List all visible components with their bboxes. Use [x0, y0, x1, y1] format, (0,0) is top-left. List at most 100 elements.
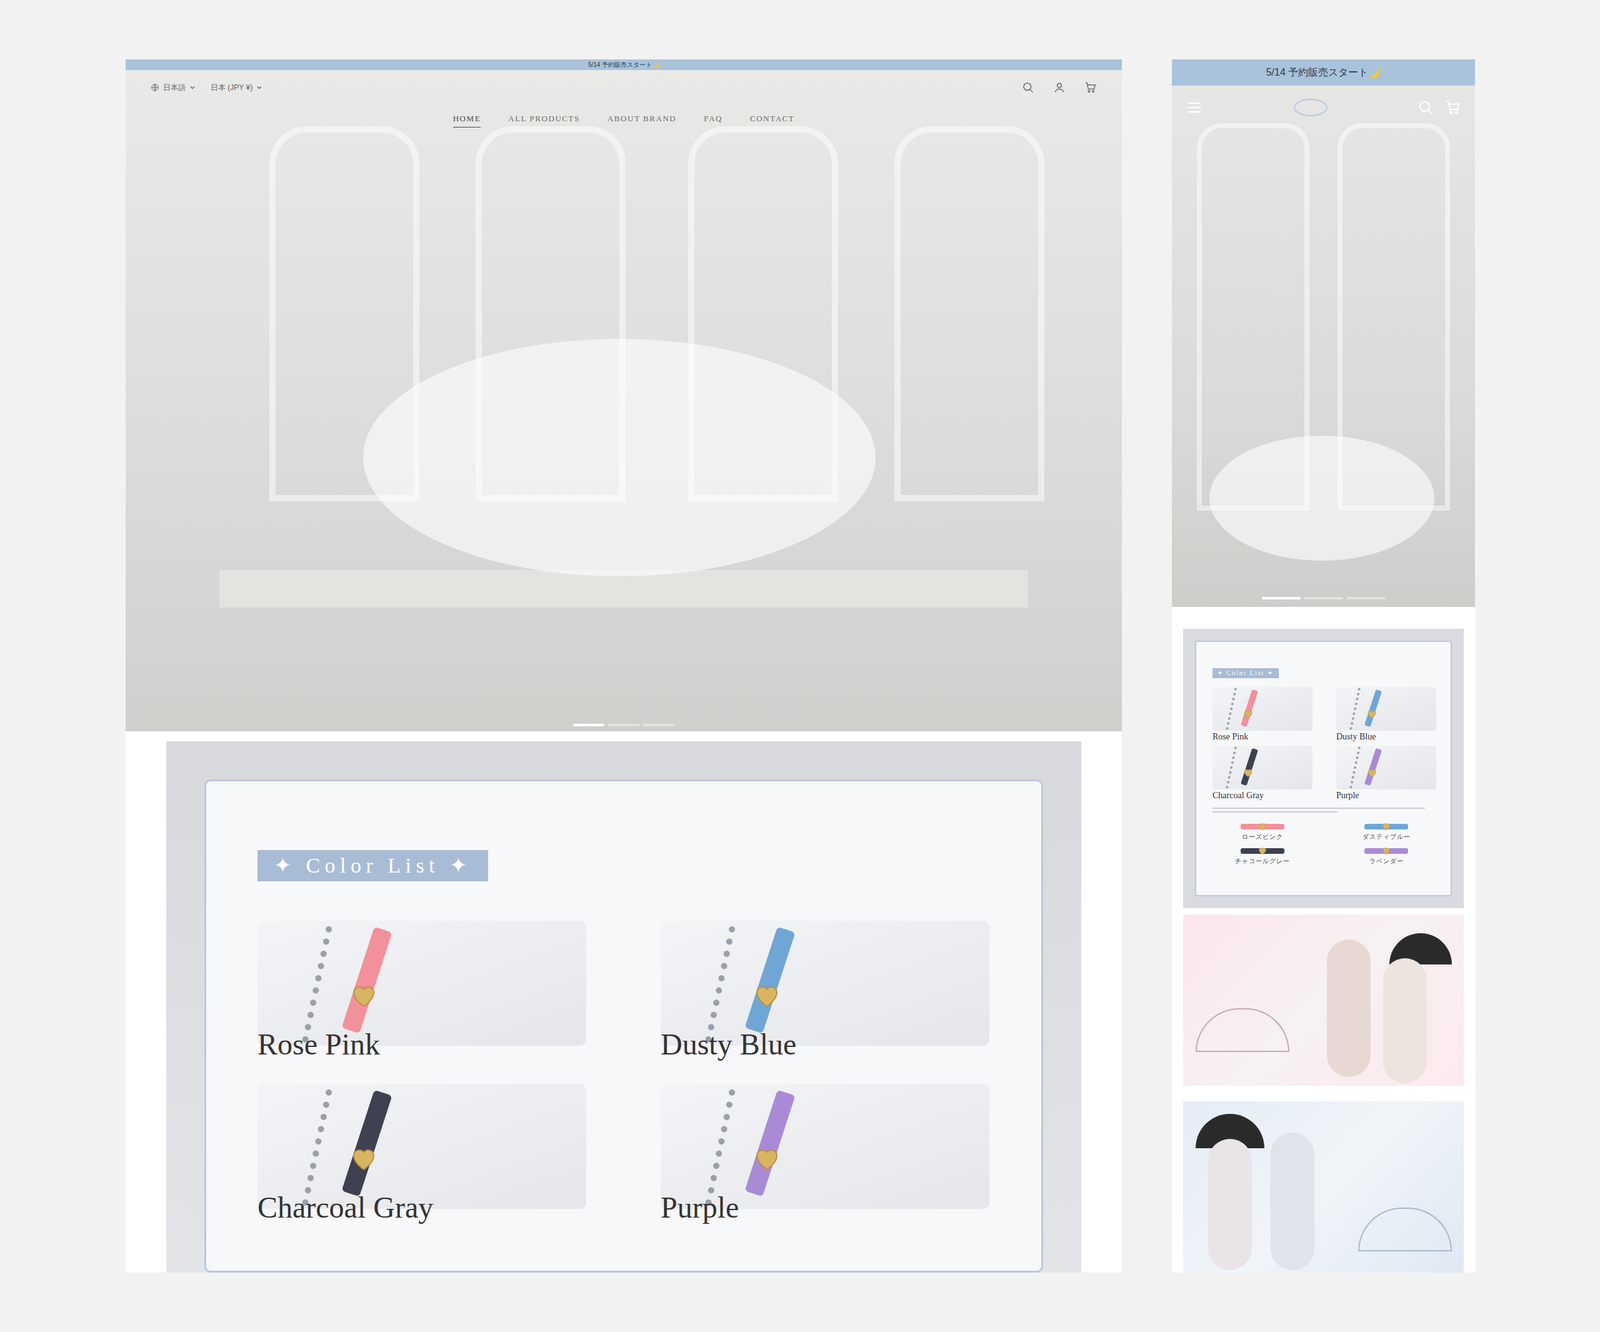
hero-banner: 日本語 日本 (JPY ¥) HOME ALL PRODUCTS ABOUT BRAND…	[125, 70, 1122, 732]
color-list-title: ✦ Color List ✦	[257, 850, 489, 882]
hero-banner	[1171, 85, 1475, 607]
slide-indicators	[1171, 596, 1475, 600]
chevron-down-icon	[256, 84, 263, 91]
dusty-blue-banner	[1183, 1101, 1464, 1273]
header	[1185, 96, 1462, 119]
strap	[744, 926, 795, 1034]
strap	[341, 926, 392, 1034]
strap	[1364, 848, 1409, 854]
account-icon[interactable]	[1053, 81, 1066, 94]
heart-icon	[1366, 708, 1378, 720]
color-label: ラベンダー	[1369, 856, 1404, 865]
main-nav: HOME ALL PRODUCTS ABOUT BRAND FAQ CONTACT	[125, 112, 1122, 128]
strap	[1240, 748, 1259, 786]
color-name: Rose Pink	[1212, 730, 1313, 744]
slide-indicator[interactable]	[1304, 596, 1344, 600]
desktop-screenshot: 5/14 予約販売スタート🌙 日本語 日本 (JPY ¥) HOME ALL PROD…	[125, 59, 1122, 1273]
color-swatch	[1212, 686, 1313, 731]
slide-indicator[interactable]	[1261, 596, 1301, 600]
strap	[1364, 823, 1409, 830]
language-selector[interactable]: 日本語	[150, 81, 196, 94]
heart-icon	[1381, 821, 1392, 832]
slide-indicator[interactable]	[608, 723, 640, 727]
nav-link[interactable]: ABOUT BRAND	[607, 112, 677, 128]
announcement-bar: 5/14 予約販売スタート🌙	[125, 59, 1122, 70]
announcement-bar: 5/14 予約販売スタート🌙	[1171, 59, 1475, 86]
rose-pink-banner	[1183, 914, 1464, 1086]
nav-link[interactable]: FAQ	[703, 112, 723, 128]
color-name: Charcoal Gray	[257, 1190, 587, 1225]
color-list-title: ✦ Color List ✦	[1212, 668, 1279, 679]
strap-item: チャコールグレー	[1212, 848, 1313, 865]
strap-item: ラベンダー	[1336, 848, 1437, 865]
color-swatch	[660, 920, 990, 1046]
heart-icon	[348, 980, 379, 1010]
color-swatch	[257, 920, 587, 1046]
slide-indicators	[125, 723, 1122, 727]
color-item: Charcoal Gray	[1212, 745, 1313, 802]
color-label: ダスティブルー	[1362, 832, 1411, 841]
color-item: Purple	[1336, 745, 1437, 802]
strap	[1240, 689, 1259, 727]
language-label: 日本語	[163, 81, 186, 94]
color-label: ローズピンク	[1241, 832, 1284, 841]
color-swatch	[257, 1083, 587, 1209]
heart-icon	[1242, 708, 1254, 720]
color-name: Purple	[660, 1190, 990, 1225]
color-list-panel: ✦ Color List ✦ Rose Pink Dusty Blue Charcoa…	[1183, 628, 1464, 909]
color-name: Dusty Blue	[1336, 730, 1437, 744]
mobile-screenshot: 5/14 予約販売スタート🌙 ✦ Color List ✦ Rose Pink Du…	[1171, 59, 1475, 1273]
cart-icon[interactable]	[1084, 81, 1097, 94]
heart-icon	[1257, 845, 1268, 856]
announcement-text: 5/14 予約販売スタート🌙	[1266, 67, 1382, 78]
logo-icon[interactable]	[1291, 96, 1330, 119]
color-item: Dusty Blue	[660, 920, 990, 1062]
currency-label: 日本 (JPY ¥)	[210, 81, 253, 94]
strap	[1364, 689, 1382, 727]
color-list-panel: ✦ Color List ✦ Rose Pink Dusty Blue Charcoa…	[166, 741, 1082, 1273]
nav-link[interactable]: CONTACT	[750, 112, 795, 128]
color-label: チャコールグレー	[1235, 856, 1290, 865]
heart-icon	[1366, 766, 1378, 779]
globe-icon	[150, 83, 160, 92]
announcement-text: 5/14 予約販売スタート🌙	[588, 61, 660, 69]
heart-icon	[1257, 821, 1268, 832]
color-item: Rose Pink	[257, 920, 587, 1062]
heart-icon	[751, 980, 782, 1010]
color-swatch	[660, 1083, 990, 1209]
slide-indicator[interactable]	[573, 723, 605, 727]
nav-link[interactable]: HOME	[453, 112, 482, 128]
strap-item: ローズピンク	[1212, 823, 1313, 841]
color-item: Dusty Blue	[1336, 686, 1437, 744]
strap-item: ダスティブルー	[1336, 823, 1437, 841]
color-item: Purple	[660, 1083, 990, 1225]
slide-indicator[interactable]	[1346, 596, 1386, 600]
heart-icon	[751, 1143, 782, 1174]
nav-link[interactable]: ALL PRODUCTS	[508, 112, 580, 128]
cart-icon[interactable]	[1445, 99, 1462, 116]
slide-indicator[interactable]	[643, 723, 675, 727]
strap	[744, 1090, 795, 1197]
search-icon[interactable]	[1417, 99, 1434, 116]
strap	[1240, 823, 1285, 830]
header: 日本語 日本 (JPY ¥)	[150, 81, 1097, 94]
heart-icon	[1242, 766, 1254, 779]
menu-icon[interactable]	[1185, 98, 1204, 117]
color-swatch	[1212, 745, 1313, 790]
heart-icon	[348, 1143, 379, 1174]
color-name: Rose Pink	[257, 1026, 587, 1062]
strap	[1364, 748, 1382, 786]
search-icon[interactable]	[1021, 81, 1035, 94]
color-swatch	[1336, 686, 1437, 731]
color-name: Charcoal Gray	[1212, 789, 1313, 802]
color-swatch	[1336, 745, 1437, 790]
color-item: Rose Pink	[1212, 686, 1313, 744]
strap	[1240, 848, 1285, 854]
color-item: Charcoal Gray	[257, 1083, 587, 1225]
chevron-down-icon	[189, 84, 196, 91]
strap	[341, 1090, 392, 1197]
heart-icon	[1381, 845, 1392, 856]
color-name: Dusty Blue	[660, 1026, 990, 1062]
color-name: Purple	[1336, 789, 1437, 802]
currency-selector[interactable]: 日本 (JPY ¥)	[210, 81, 263, 94]
